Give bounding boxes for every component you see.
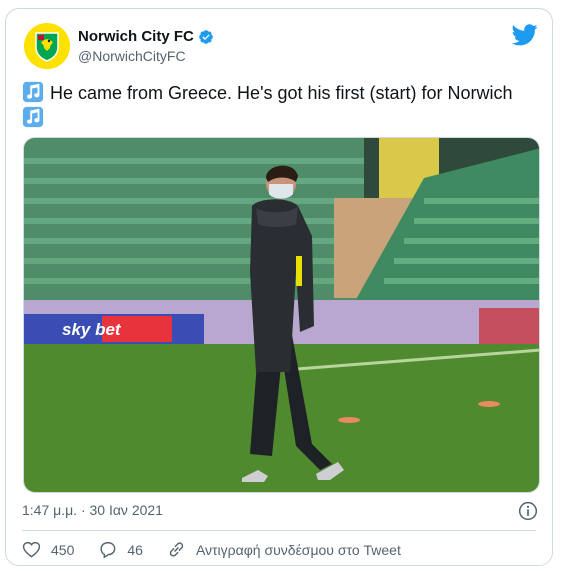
- heart-icon: [22, 541, 41, 558]
- link-icon: [169, 542, 184, 557]
- reply-icon: [100, 542, 116, 559]
- avatar[interactable]: [24, 23, 70, 69]
- tweet-text: He came from Greece. He's got his first …: [22, 81, 547, 131]
- divider: [22, 530, 536, 531]
- tweet-timestamp[interactable]: 1:47 μ.μ. · 30 Ιαν 2021: [22, 502, 163, 518]
- display-name[interactable]: Norwich City FC: [78, 28, 194, 45]
- like-count: 450: [51, 541, 75, 558]
- ad-board-text: sky bet: [62, 320, 122, 339]
- tweet-card: Norwich City FC @NorwichCityFC He came f…: [5, 8, 553, 566]
- account-name-row[interactable]: Norwich City FC: [78, 28, 214, 45]
- copy-link-button[interactable]: Αντιγραφή συνδέσμου στο Tweet: [167, 540, 401, 559]
- norwich-city-crest-icon: [24, 23, 70, 69]
- tweet-media-photo[interactable]: sky bet: [23, 137, 540, 493]
- copy-link-label: Αντιγραφή συνδέσμου στο Tweet: [195, 541, 401, 558]
- music-note-icon: [22, 81, 44, 103]
- info-icon[interactable]: [518, 501, 538, 521]
- account-handle[interactable]: @NorwichCityFC: [78, 48, 186, 64]
- music-note-icon: [22, 106, 44, 128]
- tweet-actions: 450 46 Αντιγραφή συνδέσμου στο Tweet: [22, 540, 425, 559]
- tweet-body-text: He came from Greece. He's got his first …: [50, 83, 513, 103]
- verified-badge-icon: [199, 29, 213, 44]
- like-button[interactable]: 450: [22, 540, 74, 559]
- twitter-bird-icon[interactable]: [512, 24, 538, 46]
- reply-button[interactable]: 46: [98, 540, 143, 559]
- reply-count: 46: [127, 541, 143, 558]
